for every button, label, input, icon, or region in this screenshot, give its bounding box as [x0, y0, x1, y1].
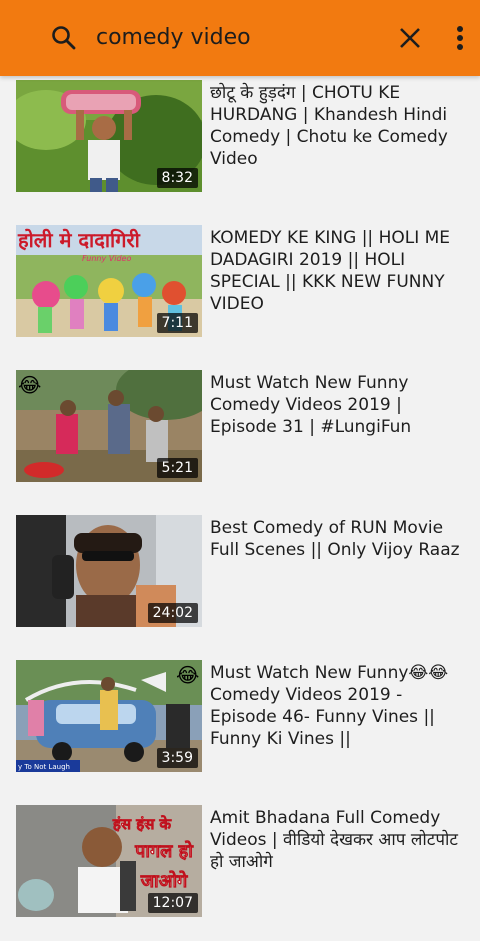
close-icon[interactable]	[396, 24, 424, 52]
video-thumbnail[interactable]: 24:02	[16, 515, 202, 627]
video-title[interactable]: Amit Bhadana Full Comedy Videos | वीडियो…	[210, 807, 460, 873]
result-item[interactable]: होली मे दादागिरी Funny Video 7:11 KOMEDY…	[0, 221, 480, 361]
video-thumbnail[interactable]: 😂 y To Not Laugh 3:59	[16, 660, 202, 772]
result-item[interactable]: 😂 y To Not Laugh 3:59 Must Watch New Fun…	[0, 656, 480, 796]
thumb-overlay-line1: हंस हंस के	[112, 815, 173, 833]
thumb-overlay-line2: पागल हो	[134, 840, 194, 862]
laughing-emoji: 😂	[176, 663, 199, 687]
duration-badge: 8:32	[156, 168, 198, 188]
video-thumbnail[interactable]: 😂 5:21	[16, 370, 202, 482]
thumb-overlay-subtext: Funny Video	[82, 254, 131, 263]
laughing-emoji: 😂	[18, 373, 41, 397]
search-icon[interactable]	[50, 24, 78, 52]
duration-badge: 3:59	[156, 748, 198, 768]
video-title[interactable]: KOMEDY KE KING || HOLI ME DADAGIRI 2019 …	[210, 227, 460, 315]
video-thumbnail[interactable]: होली मे दादागिरी Funny Video 7:11	[16, 225, 202, 337]
video-thumbnail[interactable]: 8:32	[16, 80, 202, 192]
video-title[interactable]: Must Watch New Funny😂😂Comedy Videos 2019…	[210, 662, 460, 750]
duration-badge: 7:11	[156, 313, 198, 333]
result-item[interactable]: 😂 5:21 Must Watch New Funny Comedy Video…	[0, 366, 480, 506]
video-title[interactable]: Best Comedy of RUN Movie Full Scenes || …	[210, 517, 460, 561]
duration-badge: 24:02	[147, 603, 198, 623]
more-vert-icon[interactable]	[450, 22, 470, 54]
search-toolbar: comedy video	[0, 0, 480, 76]
video-title[interactable]: Must Watch New Funny Comedy Videos 2019 …	[210, 372, 460, 438]
duration-badge: 5:21	[156, 458, 198, 478]
result-item[interactable]: 24:02 Best Comedy of RUN Movie Full Scen…	[0, 511, 480, 651]
search-query[interactable]: comedy video	[96, 22, 251, 54]
thumb-overlay-line3: जाओगे	[140, 870, 188, 892]
duration-badge: 12:07	[147, 893, 198, 913]
result-item[interactable]: हंस हंस के पागल हो जाओगे 12:07 Amit Bhad…	[0, 801, 480, 941]
thumb-overlay-text: होली मे दादागिरी	[17, 228, 141, 252]
thumb-corner-text: y To Not Laugh	[18, 763, 70, 771]
result-item[interactable]: 8:32 छोटू के हुड़दंग | CHOTU KE HURDANG …	[0, 76, 480, 216]
video-thumbnail[interactable]: हंस हंस के पागल हो जाओगे 12:07	[16, 805, 202, 917]
video-title[interactable]: छोटू के हुड़दंग | CHOTU KE HURDANG | Kha…	[210, 82, 460, 170]
